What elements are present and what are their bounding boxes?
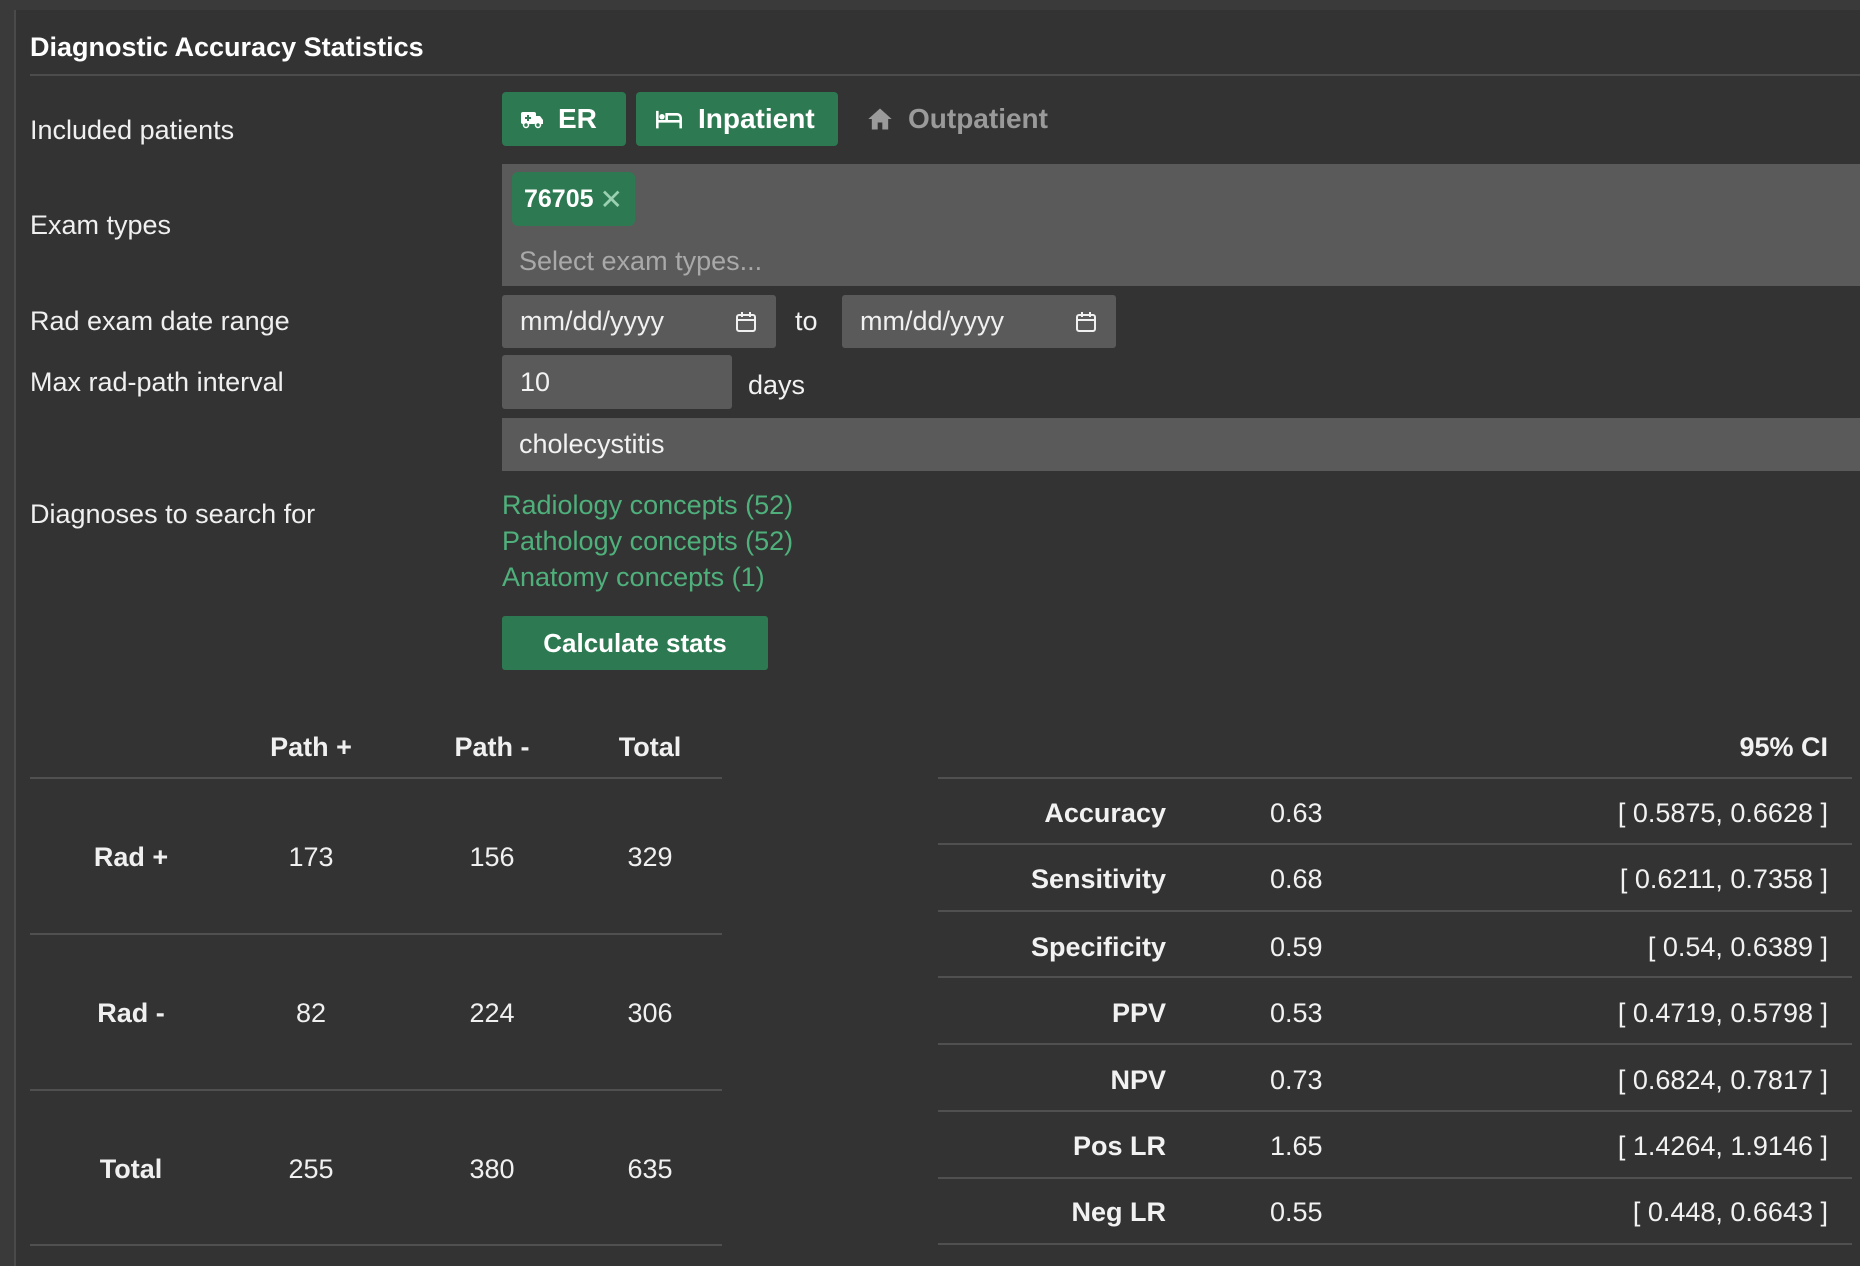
stat-name: PPV — [1111, 998, 1166, 1028]
close-icon[interactable]: ✕ — [600, 183, 623, 216]
table-cell: 224 — [469, 998, 515, 1028]
stats-divider — [938, 1243, 1852, 1245]
home-icon — [868, 108, 892, 130]
radiology-concepts-link[interactable]: Radiology concepts (52) — [502, 490, 793, 521]
stat-value: 1.65 — [1270, 1131, 1323, 1161]
table-cell: 380 — [469, 1154, 515, 1184]
stat-name: Sensitivity — [1030, 864, 1166, 894]
stat-name: Accuracy — [1044, 798, 1166, 828]
table-cell: 173 — [288, 842, 334, 872]
stat-ci: [ 0.54, 0.6389 ] — [1647, 932, 1828, 962]
inpatient-toggle[interactable]: Inpatient — [636, 92, 838, 146]
calendar-icon[interactable] — [734, 310, 758, 334]
max-interval-label: Max rad-path interval — [30, 367, 284, 397]
ambulance-icon — [521, 112, 543, 129]
calculate-stats-button[interactable]: Calculate stats — [502, 616, 768, 670]
pathology-concepts-link[interactable]: Pathology concepts (52) — [502, 526, 793, 557]
table-cell: 329 — [627, 842, 673, 872]
stats-divider — [938, 777, 1852, 779]
row-header: Rad - — [97, 998, 165, 1028]
stat-value: 0.68 — [1270, 864, 1323, 894]
stat-ci: [ 0.4719, 0.5798 ] — [1617, 998, 1828, 1028]
stats-divider — [938, 976, 1852, 978]
table-divider — [30, 1244, 722, 1246]
included-patients-label: Included patients — [30, 115, 235, 145]
date-range-to-label: to — [795, 306, 818, 336]
stat-name: NPV — [1110, 1065, 1166, 1095]
stat-value: 0.73 — [1270, 1065, 1323, 1095]
table-cell: 156 — [469, 842, 515, 872]
title-divider — [30, 74, 1860, 76]
stat-name: Specificity — [1030, 932, 1166, 962]
column-header: Total — [618, 732, 682, 762]
stats-divider — [938, 1110, 1852, 1112]
stat-ci: [ 0.6824, 0.7817 ] — [1617, 1065, 1828, 1095]
date-to-placeholder: mm/dd/yyyy — [860, 306, 1005, 336]
ci-header: 95% CI — [1739, 732, 1828, 762]
outpatient-toggle[interactable]: Outpatient — [848, 92, 1068, 146]
stat-name: Pos LR — [1072, 1131, 1166, 1161]
max-interval-unit: days — [748, 370, 806, 400]
table-cell: 635 — [627, 1154, 673, 1184]
date-from-placeholder: mm/dd/yyyy — [520, 306, 665, 336]
row-header: Rad + — [93, 842, 169, 872]
bed-icon — [656, 110, 682, 129]
stat-value: 0.55 — [1270, 1197, 1323, 1227]
table-cell: 82 — [295, 998, 327, 1028]
date-from-input[interactable]: mm/dd/yyyy — [502, 295, 776, 348]
stats-divider — [938, 843, 1852, 845]
max-interval-value: 10 — [520, 367, 551, 397]
max-interval-input[interactable]: 10 — [502, 355, 732, 409]
exam-types-placeholder: Select exam types... — [519, 246, 763, 276]
diagnosis-input[interactable]: cholecystitis — [502, 418, 1860, 471]
stats-panel: Diagnostic Accuracy Statistics Included … — [14, 10, 1860, 1266]
stat-ci: [ 1.4264, 1.9146 ] — [1617, 1131, 1828, 1161]
stat-ci: [ 0.448, 0.6643 ] — [1632, 1197, 1828, 1227]
row-header: Total — [99, 1154, 163, 1184]
stat-value: 0.59 — [1270, 932, 1323, 962]
exam-types-label: Exam types — [30, 210, 172, 240]
calendar-icon[interactable] — [1074, 310, 1098, 334]
er-toggle[interactable]: ER — [502, 92, 626, 146]
panel-title: Diagnostic Accuracy Statistics — [30, 32, 424, 62]
date-to-input[interactable]: mm/dd/yyyy — [842, 295, 1116, 348]
table-divider — [30, 933, 722, 935]
anatomy-concepts-link[interactable]: Anatomy concepts (1) — [502, 562, 765, 593]
date-range-label: Rad exam date range — [30, 306, 290, 336]
diagnoses-label: Diagnoses to search for — [30, 499, 316, 529]
table-cell: 255 — [288, 1154, 334, 1184]
table-divider — [30, 777, 722, 779]
stat-value: 0.53 — [1270, 998, 1323, 1028]
column-header: Path + — [270, 732, 352, 762]
inpatient-label: Inpatient — [698, 103, 815, 134]
table-cell: 306 — [627, 998, 673, 1028]
column-header: Path - — [454, 732, 530, 762]
stats-divider — [938, 910, 1852, 912]
stat-name: Neg LR — [1071, 1197, 1167, 1227]
exam-type-tag-label: 76705 — [524, 184, 594, 213]
table-divider — [30, 1089, 722, 1091]
stat-ci: [ 0.5875, 0.6628 ] — [1617, 798, 1828, 828]
stats-divider — [938, 1177, 1852, 1179]
stats-divider — [938, 1043, 1852, 1045]
outpatient-label: Outpatient — [908, 103, 1048, 134]
stat-value: 0.63 — [1270, 798, 1323, 828]
er-label: ER — [558, 103, 597, 134]
exam-type-tag: 76705 ✕ — [512, 172, 635, 226]
stat-ci: [ 0.6211, 0.7358 ] — [1619, 864, 1828, 894]
diagnosis-value: cholecystitis — [519, 429, 665, 459]
